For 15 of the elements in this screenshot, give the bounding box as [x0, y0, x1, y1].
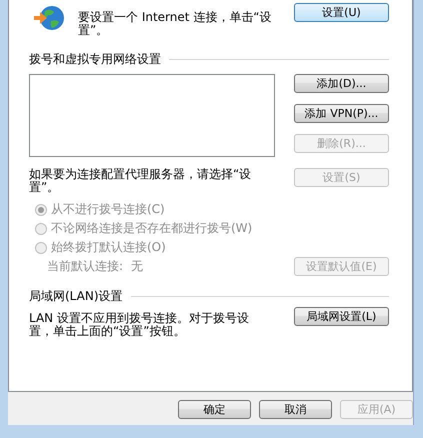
lan-instruction: LAN 设置不应用到拨号连接。对于拨号设置，单击上面的“设置”按钮。 [29, 310, 250, 338]
cancel-button[interactable]: 取消 [259, 400, 332, 419]
proxy-instruction: 如果要为连接配置代理服务器，请选择“设置”。 [29, 168, 252, 194]
globe-icon [33, 3, 65, 33]
add-vpn-button[interactable]: 添加 VPN(P)... [294, 104, 389, 123]
default-connection-label: 当前默认连接: [47, 260, 124, 273]
connection-list[interactable] [29, 74, 275, 157]
setup-button[interactable]: 设置(U) [294, 3, 389, 22]
lan-settings-button[interactable]: 局域网设置(L) [294, 307, 389, 326]
setup-instruction: 要设置一个 Internet 连接，单击“设置”。 [78, 9, 272, 37]
default-connection-value: 无 [131, 260, 144, 273]
section-heading: 拨号和虚拟专用网络设置 [29, 53, 161, 66]
add-button[interactable]: 添加(D)... [294, 74, 389, 93]
section-heading: 局域网(LAN)设置 [29, 290, 123, 303]
ok-button[interactable]: 确定 [178, 400, 251, 419]
